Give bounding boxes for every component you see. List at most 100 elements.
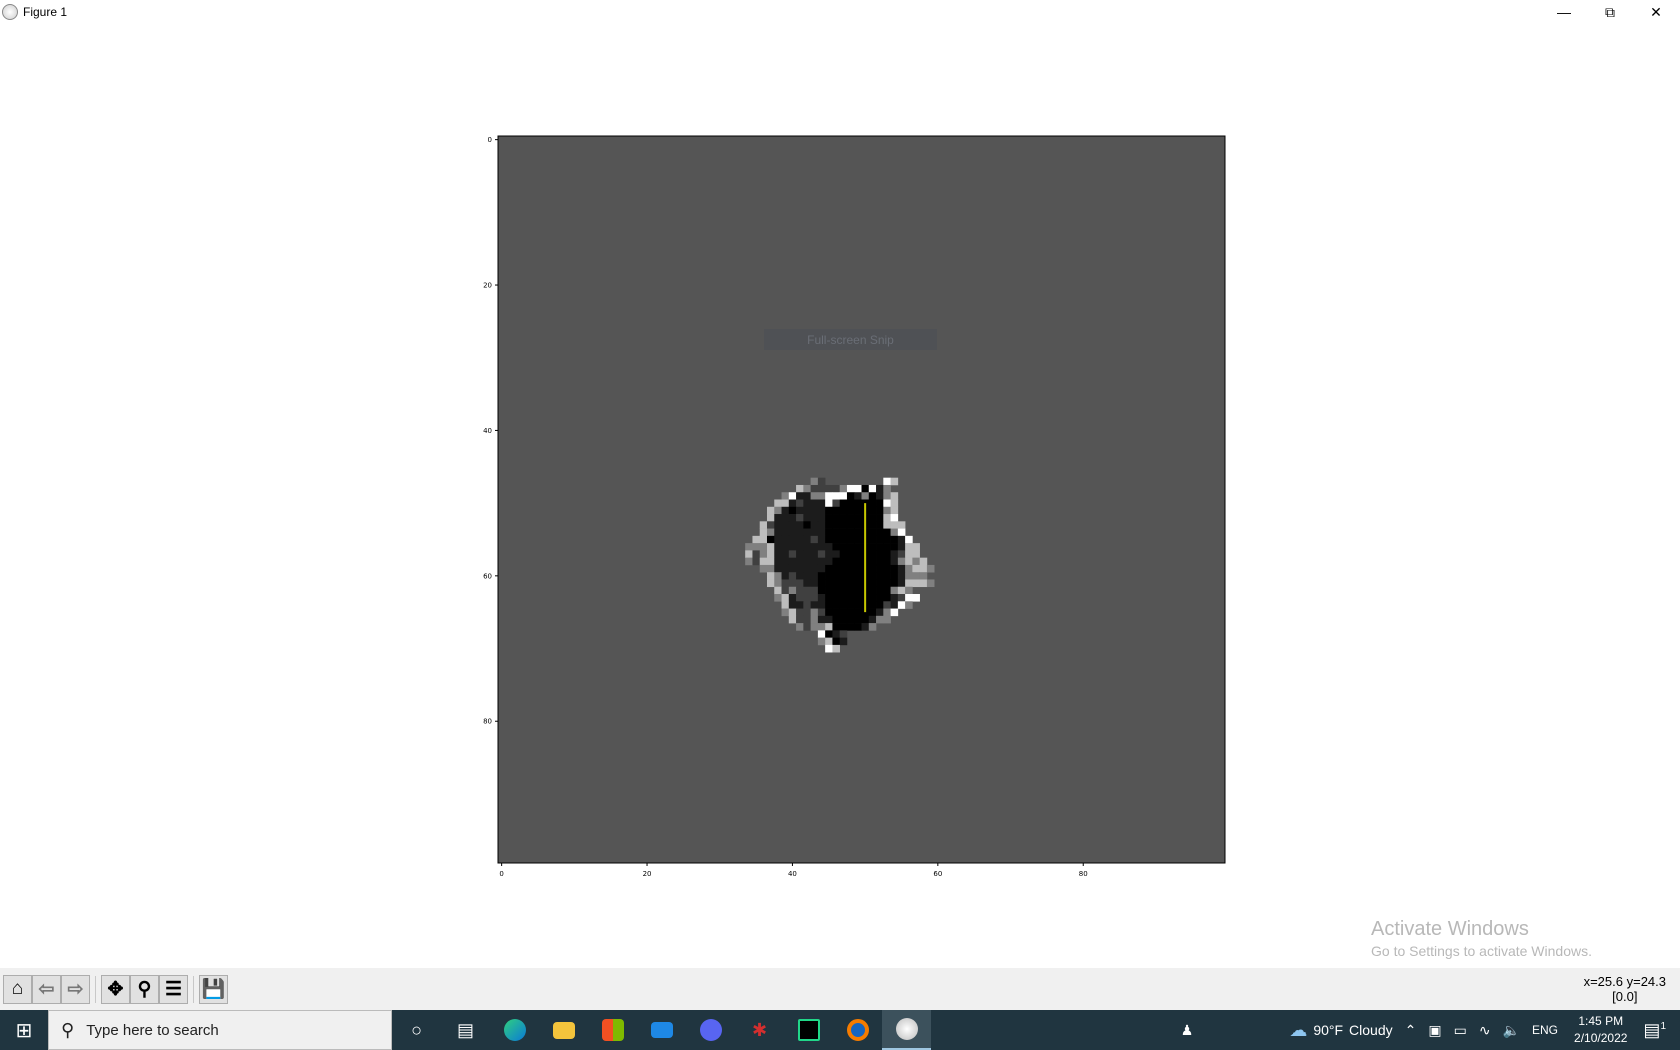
- image-pixel: [825, 644, 833, 653]
- image-pixel: [825, 586, 833, 595]
- mail-icon: [650, 1022, 673, 1038]
- notifications-icon[interactable]: ▤1: [1643, 1020, 1666, 1041]
- image-pixel: [854, 586, 862, 595]
- clock[interactable]: 1:45 PM 2/10/2022: [1574, 1013, 1627, 1047]
- image-pixel: [839, 535, 848, 544]
- file-explorer-button[interactable]: [539, 1010, 588, 1050]
- image-pixel: [788, 543, 797, 551]
- image-pixel: [810, 492, 819, 500]
- image-pixel: [817, 543, 826, 551]
- image-pixel: [832, 579, 840, 588]
- image-pixel: [912, 564, 920, 573]
- task-view-button[interactable]: ▤: [441, 1010, 490, 1050]
- image-pixel: [759, 535, 768, 544]
- configure-subplots-button[interactable]: ☰: [159, 974, 188, 1004]
- meet-now-icon[interactable]: ▣: [1428, 1022, 1441, 1039]
- image-pixel: [832, 601, 840, 609]
- minimize-button[interactable]: —: [1541, 0, 1587, 24]
- pan-button[interactable]: ✥: [101, 974, 130, 1004]
- image-pixel: [817, 550, 826, 558]
- image-pixel: [883, 535, 891, 544]
- image-pixel: [759, 543, 768, 551]
- x-tick-label: 20: [643, 870, 652, 878]
- x-tick-label: 80: [1079, 870, 1088, 878]
- image-pixel: [839, 572, 848, 580]
- toolbar-separator: [95, 975, 96, 1003]
- taskbar-search[interactable]: ⚲ Type here to search: [48, 1010, 392, 1050]
- people-icon[interactable]: ♟: [1181, 1022, 1194, 1039]
- image-pixel: [890, 601, 899, 609]
- image-pixel: [890, 543, 899, 551]
- clock-date: 2/10/2022: [1574, 1031, 1628, 1045]
- image-pixel: [817, 615, 826, 624]
- image-pixel: [919, 572, 928, 580]
- matplotlib-taskbar-button[interactable]: [882, 1010, 931, 1050]
- image-pixel: [832, 637, 840, 646]
- image-pixel: [810, 601, 819, 609]
- language-indicator[interactable]: ENG: [1532, 1023, 1558, 1037]
- image-pixel: [796, 594, 804, 602]
- cortana-button[interactable]: ○: [392, 1010, 441, 1050]
- image-pixel: [810, 564, 819, 573]
- image-pixel: [759, 521, 768, 529]
- image-pixel: [817, 594, 826, 602]
- image-pixel: [796, 550, 804, 558]
- home-button[interactable]: ⌂: [3, 974, 32, 1004]
- image-pixel: [868, 594, 877, 602]
- restore-button[interactable]: ⧉: [1587, 0, 1633, 24]
- save-button[interactable]: 💾: [199, 974, 228, 1004]
- wifi-icon[interactable]: ∿: [1479, 1022, 1491, 1039]
- back-button[interactable]: ⇦: [32, 974, 61, 1004]
- image-pixel: [897, 594, 906, 602]
- image-pixel: [897, 572, 906, 580]
- image-pixel: [839, 637, 848, 646]
- edge-button[interactable]: [490, 1010, 539, 1050]
- image-pixel: [774, 557, 782, 566]
- image-pixel: [905, 535, 913, 544]
- image-pixel: [846, 615, 855, 624]
- image-pixel: [876, 564, 884, 573]
- image-pixel: [766, 572, 775, 580]
- start-button[interactable]: ⊞: [0, 1010, 48, 1050]
- image-pixel: [817, 492, 826, 500]
- pycharm-button[interactable]: [784, 1010, 833, 1050]
- image-pixels: [497, 135, 1226, 864]
- image-pixel: [868, 623, 877, 631]
- store-button[interactable]: [588, 1010, 637, 1050]
- show-hidden-icons-chevron-icon[interactable]: ⌃: [1405, 1022, 1417, 1039]
- image-pixel: [766, 521, 775, 529]
- figure-canvas[interactable]: 0 20 40 60 80 0 20 40 60 80: [0, 24, 1680, 968]
- image-pixel: [868, 484, 877, 493]
- bug-app-button[interactable]: ✱: [735, 1010, 784, 1050]
- image-pixel: [796, 535, 804, 544]
- volume-icon[interactable]: 🔈: [1503, 1022, 1520, 1039]
- image-pixel: [759, 557, 768, 566]
- image-pixel: [803, 579, 811, 588]
- weather-desc[interactable]: Cloudy: [1349, 1022, 1393, 1038]
- image-pixel: [817, 506, 826, 515]
- weather-temp[interactable]: 90°F: [1313, 1022, 1343, 1038]
- close-button[interactable]: ✕: [1633, 0, 1679, 24]
- orange-app-button[interactable]: [833, 1010, 882, 1050]
- image-pixel: [803, 514, 811, 522]
- forward-button[interactable]: ⇨: [61, 974, 90, 1004]
- discord-button[interactable]: [686, 1010, 735, 1050]
- zoom-button[interactable]: ⚲: [130, 974, 159, 1004]
- image-pixel: [854, 528, 862, 537]
- image-pixel: [890, 594, 899, 602]
- image-pixel: [781, 528, 790, 537]
- image-pixel: [817, 477, 826, 486]
- weather-cloud-icon[interactable]: ☁: [1289, 1020, 1307, 1041]
- image-pixel: [876, 506, 884, 515]
- image-pixel: [868, 572, 877, 580]
- image-pixel: [926, 579, 935, 588]
- image-pixel: [810, 506, 819, 515]
- image-pixel: [796, 579, 804, 588]
- image-pixel: [817, 484, 826, 493]
- image-pixel: [825, 484, 833, 493]
- image-pixel: [752, 535, 761, 544]
- mail-button[interactable]: [637, 1010, 686, 1050]
- image-pixel: [810, 623, 819, 631]
- battery-icon[interactable]: ▭: [1454, 1022, 1467, 1039]
- image-pixel: [868, 492, 877, 500]
